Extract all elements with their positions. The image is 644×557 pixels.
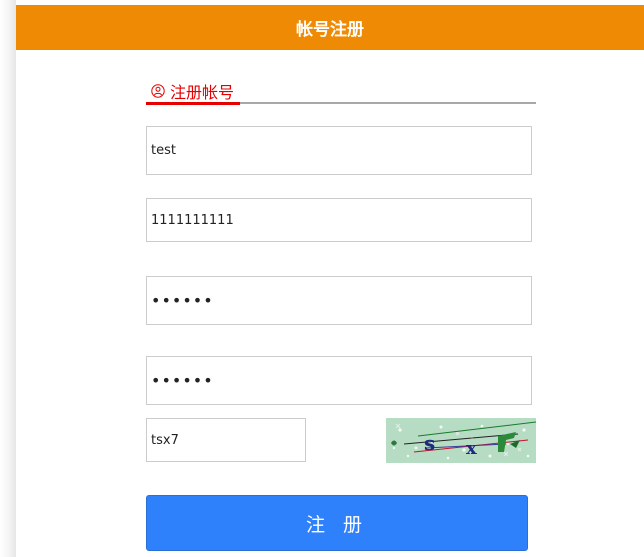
section-header: 注册帐号 bbox=[146, 80, 536, 105]
svg-text:s: s bbox=[424, 431, 435, 455]
captcha-image[interactable]: s x bbox=[386, 418, 536, 463]
phone-input[interactable] bbox=[146, 198, 532, 242]
captcha-input[interactable] bbox=[146, 418, 306, 462]
section-title-text: 注册帐号 bbox=[170, 83, 235, 102]
section-title-tab: 注册帐号 bbox=[146, 80, 241, 105]
register-button[interactable]: 注 册 bbox=[146, 495, 528, 551]
page-title: 帐号注册 bbox=[296, 20, 364, 40]
username-input[interactable] bbox=[146, 126, 532, 175]
password-input[interactable] bbox=[146, 276, 532, 325]
register-button-label: 注 册 bbox=[305, 513, 369, 536]
confirm-password-input[interactable] bbox=[146, 356, 532, 405]
page-left-shadow bbox=[0, 0, 16, 557]
user-icon bbox=[151, 84, 165, 98]
header-bar: 帐号注册 bbox=[16, 5, 644, 50]
svg-text:x: x bbox=[466, 438, 477, 459]
